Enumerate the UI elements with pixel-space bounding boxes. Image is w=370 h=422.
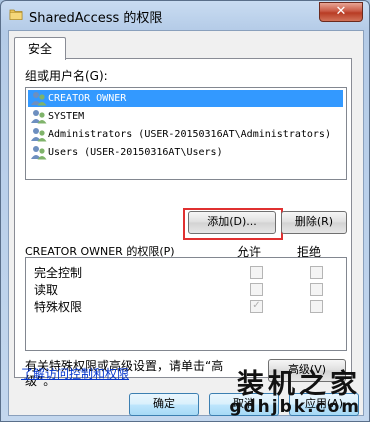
dialog-body: 安全 组或用户名(G): CREATOR OWNER SYSTEM Admini… bbox=[8, 30, 364, 416]
permission-name: 特殊权限 bbox=[34, 300, 83, 314]
list-item-label: SYSTEM bbox=[48, 111, 85, 122]
allow-checkbox[interactable]: ✓ bbox=[250, 300, 263, 313]
deny-checkbox[interactable] bbox=[310, 283, 323, 296]
tab-security[interactable]: 安全 bbox=[14, 37, 66, 60]
close-icon: ✕ bbox=[335, 4, 347, 19]
list-item-label: CREATOR OWNER bbox=[48, 93, 127, 104]
list-item-label: Users (USER-20150316AT\Users) bbox=[48, 147, 223, 158]
add-button[interactable]: 添加(D)... bbox=[188, 211, 276, 234]
apply-button[interactable]: 应用(A) bbox=[289, 393, 359, 416]
user-group-icon bbox=[31, 146, 47, 160]
user-group-icon bbox=[31, 128, 47, 142]
permission-row-read: 读取 bbox=[26, 280, 344, 298]
list-item-users[interactable]: Users (USER-20150316AT\Users) bbox=[28, 144, 343, 161]
list-item-administrators[interactable]: Administrators (USER-20150316AT\Administ… bbox=[28, 126, 343, 143]
learn-access-control-link[interactable]: 了解访问控制和权限 bbox=[21, 365, 129, 382]
remove-button[interactable]: 删除(R) bbox=[281, 211, 347, 234]
user-group-icon bbox=[31, 92, 47, 106]
folder-icon bbox=[9, 9, 23, 20]
window-title: SharedAccess 的权限 bbox=[29, 11, 163, 26]
allow-checkbox[interactable] bbox=[250, 283, 263, 296]
permission-name: 读取 bbox=[34, 283, 59, 297]
deny-checkbox[interactable] bbox=[310, 266, 323, 279]
close-button[interactable]: ✕ bbox=[319, 2, 363, 22]
cancel-button[interactable]: 取消 bbox=[209, 393, 279, 416]
list-item-label: Administrators (USER-20150316AT\Administ… bbox=[48, 129, 331, 140]
groups-list[interactable]: CREATOR OWNER SYSTEM Administrators (USE… bbox=[25, 87, 347, 180]
list-item-creator-owner[interactable]: CREATOR OWNER bbox=[28, 90, 343, 107]
groups-label: 组或用户名(G): bbox=[25, 69, 108, 83]
permission-name: 完全控制 bbox=[34, 266, 83, 280]
tab-label: 安全 bbox=[27, 42, 52, 56]
permissions-dialog: SharedAccess 的权限 ✕ 安全 组或用户名(G): CREATOR … bbox=[0, 0, 370, 422]
list-item-system[interactable]: SYSTEM bbox=[28, 108, 343, 125]
security-tab-pane: 组或用户名(G): CREATOR OWNER SYSTEM Administr… bbox=[14, 58, 352, 388]
allow-checkbox[interactable] bbox=[250, 266, 263, 279]
title-bar[interactable]: SharedAccess 的权限 ✕ bbox=[1, 1, 369, 29]
permission-row-special: 特殊权限 ✓ bbox=[26, 297, 344, 315]
deny-checkbox[interactable] bbox=[310, 300, 323, 313]
advanced-button[interactable]: 高级(V) bbox=[268, 359, 346, 382]
permissions-list: 完全控制 读取 特殊权限 ✓ bbox=[25, 257, 347, 351]
ok-button[interactable]: 确定 bbox=[129, 393, 199, 416]
permission-row-full-control: 完全控制 bbox=[26, 263, 344, 281]
user-group-icon bbox=[31, 110, 47, 124]
